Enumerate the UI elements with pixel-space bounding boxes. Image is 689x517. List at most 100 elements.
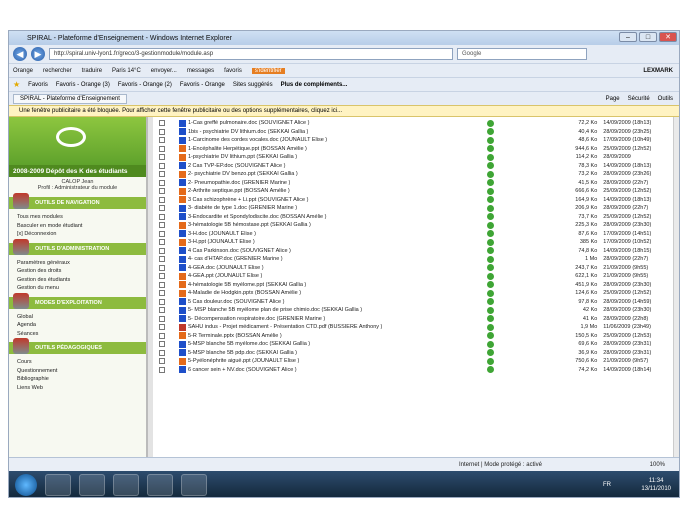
- file-name-link[interactable]: 4-Maladie de Hodgkin.pptx (BOSSAN Amélie…: [188, 290, 487, 296]
- file-name-link[interactable]: 2- Pneumopathie.doc (GRENIER Marine ): [188, 180, 487, 186]
- file-name-link[interactable]: 5- Décompensation respiratoire.doc (GREN…: [188, 316, 487, 322]
- file-name-link[interactable]: 4-GEA.doc (JOUNAULT Elise ): [188, 265, 487, 271]
- file-name-link[interactable]: 5 Cas douleur.doc (SOUVIGNET Alice ): [188, 299, 487, 305]
- file-checkbox[interactable]: [159, 256, 165, 263]
- fav-item-more-addons[interactable]: Plus de compléments...: [281, 82, 348, 88]
- main-scrollbar[interactable]: [673, 117, 679, 457]
- file-checkbox[interactable]: [159, 298, 165, 305]
- file-name-link[interactable]: 5-Pyélonéphrite aiguë.ppt (JOUNAULT Elis…: [188, 358, 487, 364]
- sidebar-link[interactable]: Bibliographie: [17, 375, 146, 384]
- settings-icon[interactable]: [486, 315, 494, 323]
- file-checkbox[interactable]: [159, 341, 165, 348]
- sidebar-link[interactable]: Cours: [17, 358, 146, 367]
- file-name-link[interactable]: 5-MSP blanche 5B myélome.doc (SEKKAI Gal…: [188, 341, 487, 347]
- settings-icon[interactable]: [486, 187, 494, 195]
- start-button[interactable]: [15, 474, 37, 496]
- file-checkbox[interactable]: [159, 154, 165, 161]
- file-checkbox[interactable]: [159, 307, 165, 314]
- file-checkbox[interactable]: [159, 239, 165, 246]
- sidebar-link[interactable]: Paramètres généraux: [17, 259, 146, 268]
- sidebar-link[interactable]: Liens Web: [17, 384, 146, 393]
- settings-icon[interactable]: [486, 145, 494, 153]
- back-icon[interactable]: ◀: [13, 47, 27, 61]
- settings-icon[interactable]: [486, 196, 494, 204]
- settings-icon[interactable]: [486, 179, 494, 187]
- file-checkbox[interactable]: [159, 273, 165, 280]
- taskbar-explorer[interactable]: [45, 474, 71, 496]
- fav-item-orange[interactable]: Favoris - Orange: [180, 82, 225, 88]
- settings-icon[interactable]: [486, 204, 494, 212]
- sidebar-link[interactable]: Séances: [17, 330, 146, 339]
- file-checkbox[interactable]: [159, 315, 165, 322]
- toolbar-item-search[interactable]: rechercher: [43, 68, 72, 74]
- file-name-link[interactable]: 4-hématologie 5B myélome.ppt (SEKKAI Gal…: [188, 282, 487, 288]
- file-name-link[interactable]: 3- diabète de type 1.doc (GRENIER Marine…: [188, 205, 487, 211]
- toolbar-item-translate[interactable]: traduire: [82, 68, 102, 74]
- settings-icon[interactable]: [486, 281, 494, 289]
- file-checkbox[interactable]: [159, 332, 165, 339]
- file-checkbox[interactable]: [159, 213, 165, 220]
- taskbar-media[interactable]: [79, 474, 105, 496]
- file-name-link[interactable]: 4- cas d'HTAP.doc (GRENIER Marine ): [188, 256, 487, 262]
- settings-icon[interactable]: [486, 153, 494, 161]
- file-name-link[interactable]: 5-MSP blanche 5B pdp.doc (SEKKAI Gallia …: [188, 350, 487, 356]
- settings-icon[interactable]: [486, 306, 494, 314]
- settings-icon[interactable]: [486, 264, 494, 272]
- sidebar-link[interactable]: Basculer en mode étudiant: [17, 222, 146, 231]
- sidebar-link[interactable]: Tous mes modules: [17, 213, 146, 222]
- popup-blocked-infobar[interactable]: Une fenêtre publicitaire a été bloquée. …: [9, 105, 679, 117]
- file-checkbox[interactable]: [159, 290, 165, 297]
- tab-spiral[interactable]: SPIRAL - Plateforme d'Enseignement: [13, 93, 127, 104]
- settings-icon[interactable]: [486, 136, 494, 144]
- settings-icon[interactable]: [486, 170, 494, 178]
- fav-item-orange-2[interactable]: Favoris - Orange (2): [118, 82, 172, 88]
- file-name-link[interactable]: 3 Cas schizophrène + Li.ppt (SOUVIGNET A…: [188, 197, 487, 203]
- sidebar-link[interactable]: Questionnement: [17, 367, 146, 376]
- file-name-link[interactable]: SAHU indus - Projet médicament - Présent…: [188, 324, 487, 330]
- file-checkbox[interactable]: [159, 171, 165, 178]
- settings-icon[interactable]: [486, 230, 494, 238]
- settings-icon[interactable]: [486, 247, 494, 255]
- file-name-link[interactable]: 3-Endocardite et Spondylodiscite.doc (BO…: [188, 214, 487, 220]
- file-name-link[interactable]: 5- MSP blanche 5B myélome plan de prise …: [188, 307, 487, 313]
- file-name-link[interactable]: 2 Cas TVP-EP.doc (SOUVIGNET Alice ): [188, 163, 487, 169]
- file-name-link[interactable]: 1-Encéphalite Herpétique.ppt (BOSSAN Amé…: [188, 146, 487, 152]
- file-checkbox[interactable]: [159, 324, 165, 331]
- file-name-link[interactable]: 1bis - psychiatrie DV lithium.doc (SEKKA…: [188, 129, 487, 135]
- settings-icon[interactable]: [486, 272, 494, 280]
- orange-menu[interactable]: Orange: [13, 68, 33, 74]
- file-name-link[interactable]: 3-H.doc (JOUNAULT Elise ): [188, 231, 487, 237]
- file-name-link[interactable]: 6 cancer sein + NV.doc (SOUVIGNET Alice …: [188, 367, 487, 373]
- settings-icon[interactable]: [486, 119, 494, 127]
- file-name-link[interactable]: 1-Cas greffé pulmonaire.doc (SOUVIGNET A…: [188, 120, 487, 126]
- file-checkbox[interactable]: [159, 247, 165, 254]
- file-checkbox[interactable]: [159, 179, 165, 186]
- file-name-link[interactable]: 3-H.ppt (JOUNAULT Elise ): [188, 239, 487, 245]
- settings-icon[interactable]: [486, 349, 494, 357]
- taskbar-ie[interactable]: [113, 474, 139, 496]
- language-indicator[interactable]: FR: [603, 481, 611, 489]
- file-name-link[interactable]: 3-hématologie 5B hémostase.ppt (SEKKAI G…: [188, 222, 487, 228]
- sidebar-link[interactable]: Gestion des droits: [17, 267, 146, 276]
- settings-icon[interactable]: [486, 298, 494, 306]
- file-checkbox[interactable]: [159, 222, 165, 229]
- toolbar-item-weather[interactable]: Paris 14°C: [112, 68, 141, 74]
- sidebar-link[interactable]: Agenda: [17, 321, 146, 330]
- settings-icon[interactable]: [486, 213, 494, 221]
- close-button[interactable]: ✕: [659, 32, 677, 42]
- settings-icon[interactable]: [486, 340, 494, 348]
- taskbar-chrome[interactable]: [147, 474, 173, 496]
- toolbar-item-messages[interactable]: messages: [187, 68, 214, 74]
- settings-icon[interactable]: [486, 332, 494, 340]
- file-checkbox[interactable]: [159, 137, 165, 144]
- file-checkbox[interactable]: [159, 358, 165, 365]
- minimize-button[interactable]: –: [619, 32, 637, 42]
- file-name-link[interactable]: 2- psychiatrie DV benzo.ppt (SEKKAI Gall…: [188, 171, 487, 177]
- fav-item-orange-3[interactable]: Favoris - Orange (3): [56, 82, 110, 88]
- maximize-button[interactable]: □: [639, 32, 657, 42]
- settings-icon[interactable]: [486, 357, 494, 365]
- zoom-level[interactable]: 100%: [650, 462, 665, 468]
- file-checkbox[interactable]: [159, 120, 165, 127]
- file-name-link[interactable]: 1-Carcinome des cordes vocales.doc (JOUN…: [188, 137, 487, 143]
- sidebar-scrollbar[interactable]: [147, 117, 153, 457]
